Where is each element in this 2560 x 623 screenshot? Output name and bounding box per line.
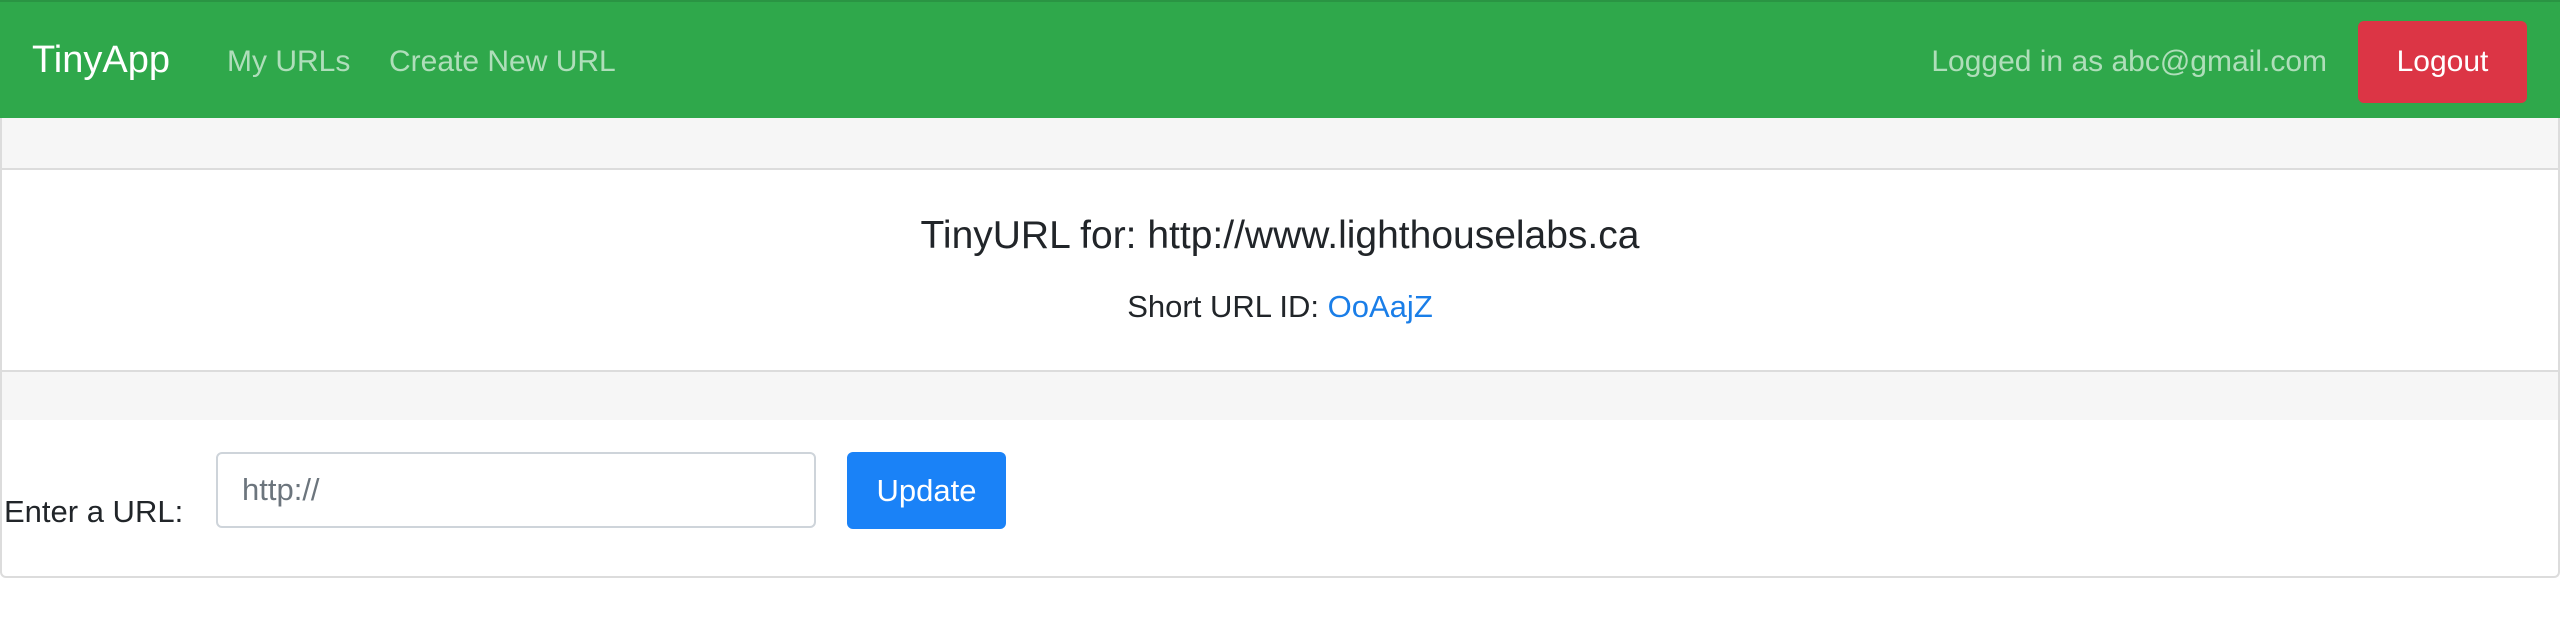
- logged-in-status: Logged in as abc@gmail.com: [1931, 45, 2327, 78]
- url-card: TinyURL for: http://www.lighthouselabs.c…: [0, 118, 2560, 578]
- top-navbar: TinyApp My URLs Create New URL Logged in…: [0, 0, 2560, 118]
- brand-link[interactable]: TinyApp: [32, 36, 170, 84]
- url-field-label: Enter a URL:: [4, 494, 184, 529]
- nav-link-create-new-url[interactable]: Create New URL: [389, 40, 616, 84]
- update-button[interactable]: Update: [847, 452, 1006, 529]
- short-url-label: Short URL ID:: [1127, 289, 1328, 324]
- logout-button[interactable]: Logout: [2358, 21, 2527, 103]
- short-url-line: Short URL ID: OoAajZ: [2, 285, 2558, 329]
- card-header: [2, 118, 2558, 170]
- short-url-id-link[interactable]: OoAajZ: [1328, 289, 1433, 324]
- url-input[interactable]: [216, 452, 816, 528]
- card-footer-strip: [2, 370, 2558, 420]
- update-url-form: Enter a URL: Update: [2, 418, 2558, 576]
- nav-link-my-urls[interactable]: My URLs: [227, 40, 350, 84]
- card-title: TinyURL for: http://www.lighthouselabs.c…: [920, 214, 1640, 257]
